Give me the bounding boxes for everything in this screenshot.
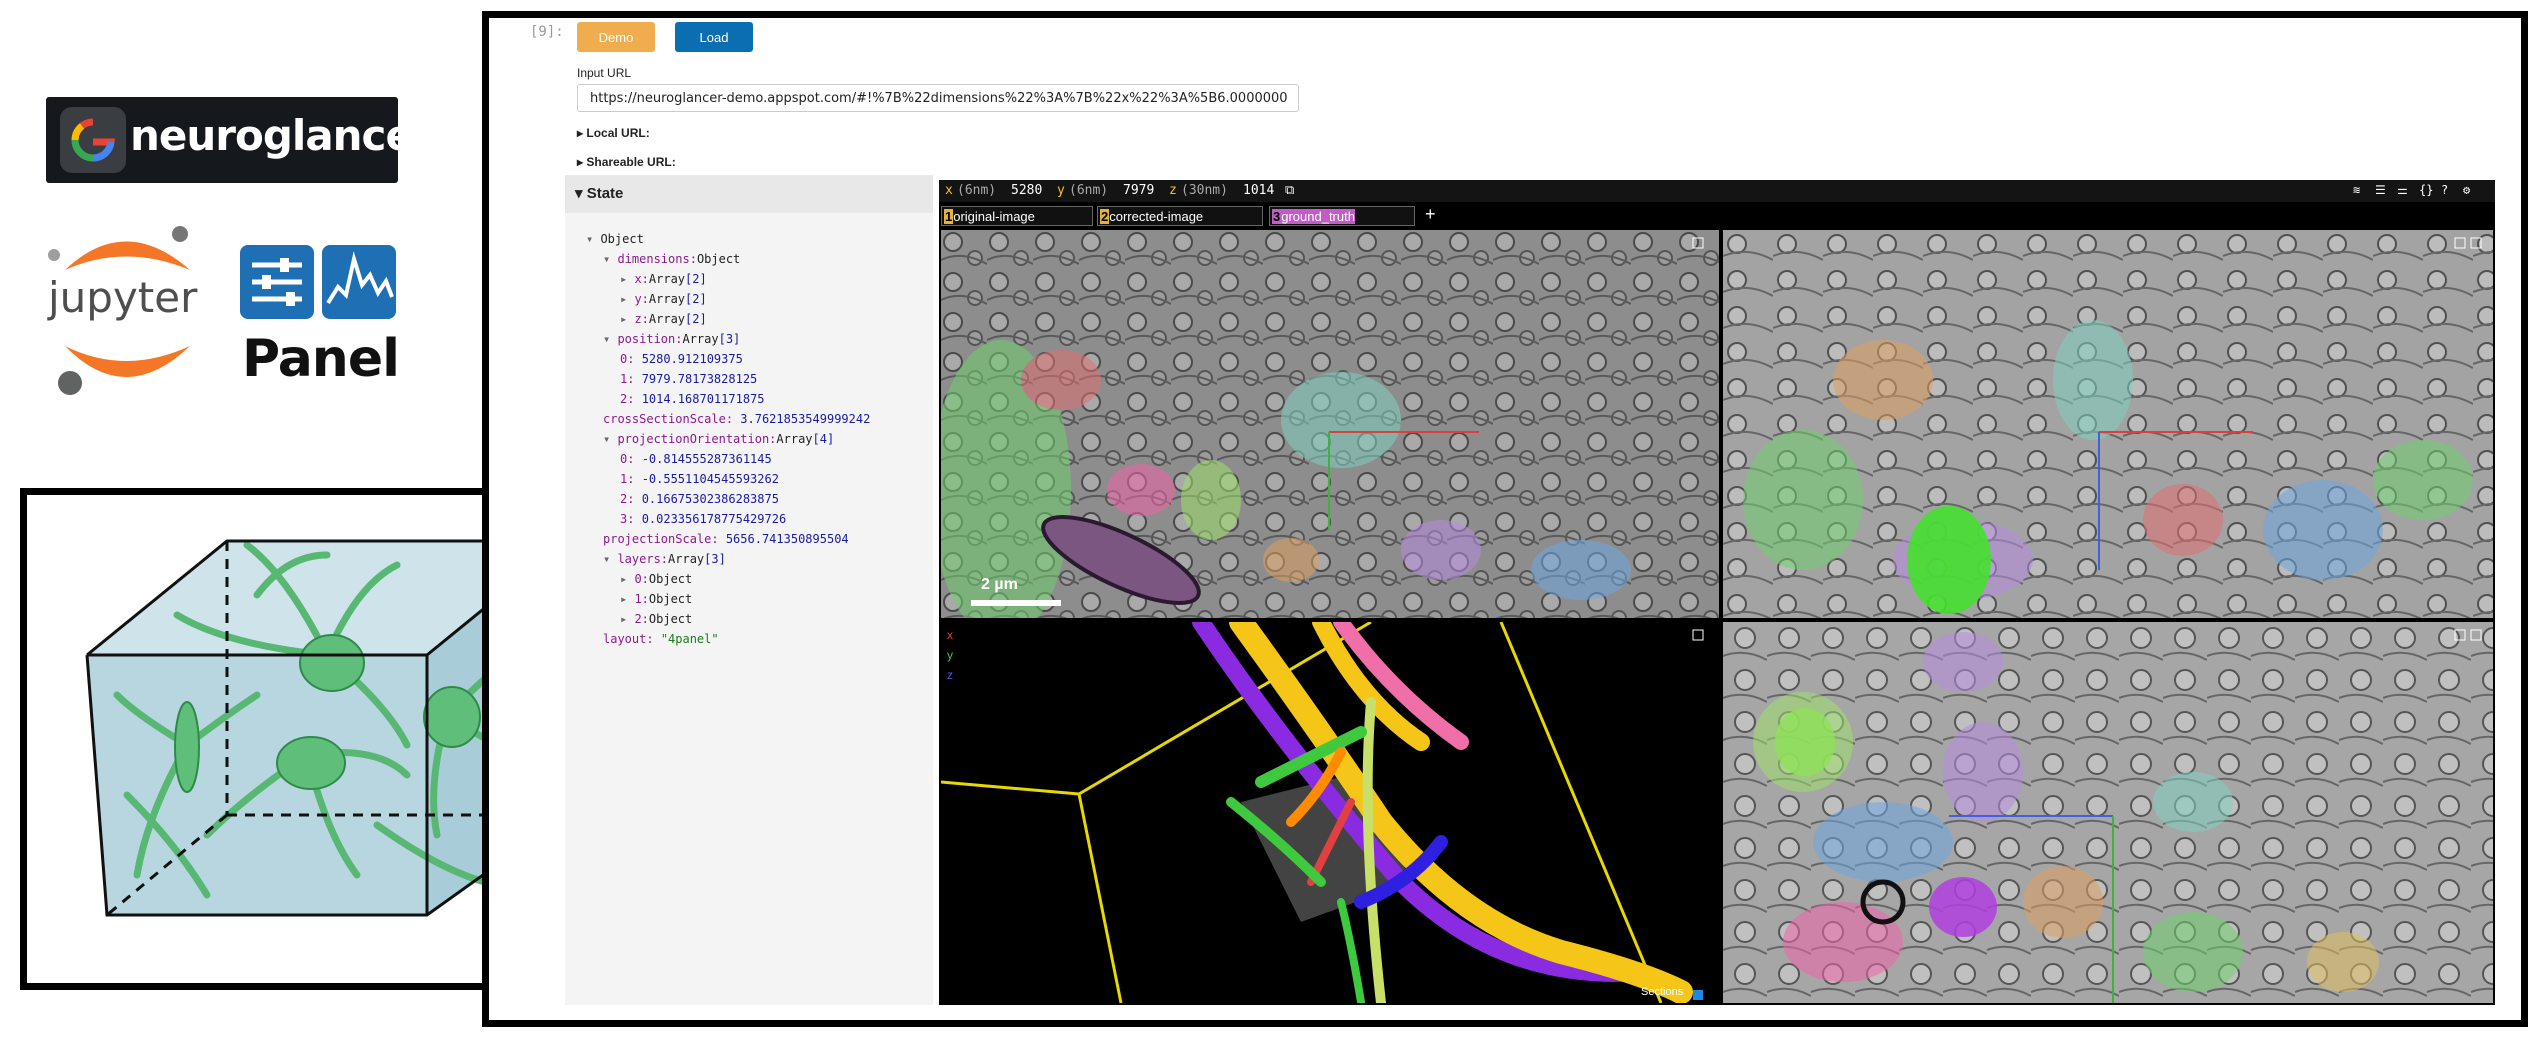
local-url-label: Local URL:: [586, 126, 650, 140]
panel-sliders-icon: [240, 245, 396, 319]
tree-cross-section-scale: crossSectionScale: 3.7621853549999242: [603, 412, 871, 426]
copy-icon[interactable]: ⧉: [1285, 183, 1294, 198]
layers-icon[interactable]: ≋: [2353, 183, 2360, 197]
tree-projection-scale: projectionScale: 5656.741350895504: [603, 532, 849, 546]
coord-y-unit: (6nm): [1069, 183, 1109, 198]
jupyter-wordmark: jupyter: [48, 273, 198, 322]
input-url-label: Input URL: [577, 66, 632, 80]
xz-slice-panel[interactable]: [1723, 230, 2493, 618]
coord-z-unit: (30nm): [1181, 183, 1228, 198]
tree-orientation-1: 1: -0.5551104545593262: [620, 472, 779, 486]
state-header[interactable]: ▾ State: [565, 175, 933, 213]
sections-label: Sections: [1641, 986, 1684, 998]
tree-dim-x[interactable]: ▸ x:Array[2]: [620, 272, 707, 286]
coord-y-label: y: [1057, 183, 1065, 198]
coord-y-value[interactable]: 7979: [1123, 183, 1154, 198]
tree-dim-z[interactable]: ▸ z:Array[2]: [620, 312, 707, 326]
xy-slice-panel[interactable]: 2 µm: [941, 230, 1719, 618]
tree-layout: layout: "4panel": [603, 632, 719, 646]
layer-tab-corrected-image[interactable]: 2corrected-image: [1097, 206, 1263, 226]
coord-x-unit: (6nm): [957, 183, 997, 198]
list-icon[interactable]: ☰: [2375, 183, 2386, 197]
3d-view-panel[interactable]: x y z Sections: [941, 622, 1719, 1003]
demo-button[interactable]: Demo: [577, 22, 655, 52]
coord-x-value[interactable]: 5280: [1011, 183, 1042, 198]
coord-x-label: x: [945, 183, 953, 198]
layer-bar: 1original-image 2corrected-image 3ground…: [939, 202, 2495, 228]
load-button[interactable]: Load: [675, 22, 753, 52]
tree-orientation-3: 3: 0.023356178775429726: [620, 512, 787, 526]
shareable-url-disclosure[interactable]: ▸ Shareable URL:: [577, 155, 676, 169]
axis-y-label: y: [947, 648, 953, 662]
tree-position-0: 0: 5280.912109375: [620, 352, 743, 366]
axis-x-label: x: [947, 628, 953, 642]
tree-root[interactable]: ▾ Object: [586, 232, 644, 246]
add-layer-button[interactable]: +: [1425, 204, 1436, 225]
panel-logo: Panel: [240, 245, 400, 390]
neuroglancer-wordmark: neuroglancer: [130, 111, 434, 160]
tree-layer-0[interactable]: ▸ 0:Object: [620, 572, 692, 586]
url-input[interactable]: https://neuroglancer-demo.appspot.com/#!…: [577, 84, 1299, 112]
neuroglancer-viewer[interactable]: x (6nm) 5280 y (6nm) 7979 z (30nm) 1014 …: [939, 180, 2495, 1005]
tree-layer-2[interactable]: ▸ 2:Object: [620, 612, 692, 626]
layer-tab-original-image[interactable]: 1original-image: [941, 206, 1093, 226]
tree-position-1: 1: 7979.78173828125: [620, 372, 758, 386]
tree-dimensions[interactable]: ▾ dimensions:Object: [603, 252, 740, 266]
coord-z-value[interactable]: 1014: [1243, 183, 1274, 198]
tree-orientation-2: 2: 0.16675302386283875: [620, 492, 779, 506]
tree-orientation-0: 0: -0.814555287361145: [620, 452, 772, 466]
panel-wordmark: Panel: [242, 329, 400, 389]
local-url-disclosure[interactable]: ▸ Local URL:: [577, 126, 650, 140]
yz-slice-panel[interactable]: [1723, 622, 2493, 1003]
shareable-url-label: Shareable URL:: [586, 155, 676, 169]
tree-layers[interactable]: ▾ layers:Array[3]: [603, 552, 726, 566]
layer-tab-ground-truth[interactable]: 3ground_truth: [1269, 206, 1415, 226]
tree-dim-y[interactable]: ▸ y:Array[2]: [620, 292, 707, 306]
axis-z-label: z: [947, 668, 953, 682]
coord-z-label: z: [1169, 183, 1177, 198]
json-icon[interactable]: {}: [2419, 183, 2433, 197]
tree-layer-1[interactable]: ▸ 1:Object: [620, 592, 692, 606]
google-g-icon: [60, 107, 126, 173]
help-icon[interactable]: ?: [2441, 183, 2448, 197]
jupyter-logo: jupyter: [40, 218, 210, 398]
neuroglancer-logo: neuroglancer: [46, 97, 434, 183]
tree-projection-orientation[interactable]: ▾ projectionOrientation:Array[4]: [603, 432, 834, 446]
sliders-icon[interactable]: ⚌: [2397, 183, 2408, 197]
tree-position-2: 2: 1014.168701171875: [620, 392, 765, 406]
tree-position[interactable]: ▾ position:Array[3]: [603, 332, 740, 346]
coordinate-bar: x (6nm) 5280 y (6nm) 7979 z (30nm) 1014 …: [939, 180, 2495, 202]
state-title: State: [586, 185, 624, 202]
settings-gear-icon[interactable]: ⚙: [2463, 183, 2470, 197]
cell-prompt: [9]:: [530, 24, 564, 40]
scale-bar-label: 2 µm: [981, 576, 1018, 593]
